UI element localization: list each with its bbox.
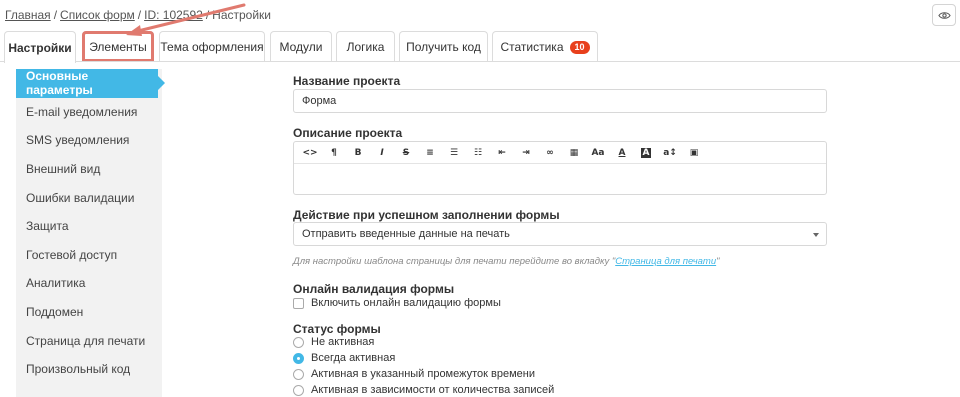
sidebar-item-label: Гостевой доступ	[26, 247, 118, 262]
bullet-list-icon[interactable]: ☰	[442, 143, 466, 163]
sidebar-item-label: Ошибки валидации	[26, 190, 135, 205]
status-radio[interactable]	[293, 336, 304, 348]
sidebar-item-appearance[interactable]: Внешний вид	[16, 155, 162, 184]
sidebar-item-label: Основные параметры	[26, 69, 93, 98]
status-radio[interactable]	[293, 352, 304, 364]
sidebar-item-print-page[interactable]: Страница для печати	[16, 326, 162, 355]
project-name-label: Название проекта	[293, 74, 401, 88]
online-validation-checkbox[interactable]	[293, 297, 304, 309]
status-option-label: Активная в зависимости от количества зап…	[311, 384, 555, 396]
numbered-list-icon[interactable]: ☷	[466, 143, 490, 163]
outdent-icon[interactable]: ⇤	[490, 143, 514, 163]
status-radio[interactable]	[293, 368, 304, 380]
breadcrumb-forms-link[interactable]: Список форм	[60, 8, 135, 22]
settings-sidebar: Основные параметры E-mail уведомления SM…	[16, 69, 165, 397]
breadcrumb: Главная / Список форм / ID: 102592/Настройки	[5, 8, 271, 22]
hint-text-end: "	[716, 256, 720, 267]
print-page-hint: Для настройки шаблона страницы для печат…	[293, 256, 720, 267]
success-action-value: Отправить введенные данные на печать	[302, 228, 510, 240]
online-validation-checkbox-label: Включить онлайн валидацию формы	[311, 297, 501, 309]
font-size-icon[interactable]: Aa	[586, 143, 610, 163]
status-radio[interactable]	[293, 384, 304, 396]
line-height-icon[interactable]: a↕	[658, 143, 682, 163]
sidebar-item-label: Поддомен	[26, 305, 84, 320]
breadcrumb-separator: /	[205, 8, 210, 22]
sidebar-item-label: Внешний вид	[26, 162, 101, 177]
status-option-label: Не активная	[311, 336, 375, 348]
sidebar-item-subdomain[interactable]: Поддомен	[16, 298, 162, 327]
sidebar-item-label: Аналитика	[26, 276, 86, 291]
tab-label: Модули	[279, 40, 323, 54]
sidebar-item-label: Защита	[26, 219, 69, 234]
breadcrumb-home-link[interactable]: Главная	[5, 8, 51, 22]
tab-bar: Настройки Элементы Тема оформления Модул…	[0, 31, 960, 63]
status-option-time-period[interactable]: Активная в указанный промежуток времени	[293, 368, 535, 380]
online-validation-option[interactable]: Включить онлайн валидацию формы	[293, 297, 501, 309]
online-validation-label: Онлайн валидация формы	[293, 282, 455, 296]
sidebar-item-label: Страница для печати	[26, 333, 146, 348]
table-icon[interactable]: ▦	[562, 143, 586, 163]
preview-button[interactable]	[932, 4, 956, 26]
breadcrumb-separator: /	[137, 8, 142, 22]
sidebar-item-validation-errors[interactable]: Ошибки валидации	[16, 183, 162, 212]
chevron-down-icon	[813, 233, 819, 237]
project-description-label: Описание проекта	[293, 126, 403, 140]
status-option-inactive[interactable]: Не активная	[293, 336, 374, 348]
font-color-icon[interactable]: A	[610, 143, 634, 163]
paragraph-icon[interactable]: ¶	[322, 143, 346, 163]
tab-label: Настройки	[8, 40, 72, 55]
print-page-link[interactable]: Страница для печати	[615, 256, 716, 267]
background-color-icon[interactable]: A	[634, 143, 658, 163]
tab-statistics[interactable]: Статистика 10	[492, 31, 598, 62]
breadcrumb-form-id-link[interactable]: ID: 102592	[144, 8, 203, 22]
sidebar-item-custom-code[interactable]: Произвольный код	[16, 355, 162, 384]
sidebar-item-email-notifications[interactable]: E-mail уведомления	[16, 98, 162, 127]
tab-elements[interactable]: Элементы	[82, 31, 154, 62]
eye-icon	[937, 11, 951, 19]
tab-get-code[interactable]: Получить код	[399, 31, 488, 62]
tab-modules[interactable]: Модули	[270, 31, 332, 62]
sidebar-item-basic-params[interactable]: Основные параметры	[16, 69, 165, 98]
status-option-record-count[interactable]: Активная в зависимости от количества зап…	[293, 384, 554, 396]
sidebar-item-label: SMS уведомления	[26, 133, 130, 148]
align-left-icon[interactable]: ≡	[418, 143, 442, 163]
status-option-label: Активная в указанный промежуток времени	[311, 368, 535, 380]
sidebar-item-protection[interactable]: Защита	[16, 212, 162, 241]
form-status-label: Статус формы	[293, 322, 381, 336]
sidebar-item-analytics[interactable]: Аналитика	[16, 269, 162, 298]
image-icon[interactable]: ▣	[682, 143, 706, 163]
italic-icon[interactable]: I	[370, 143, 394, 163]
tab-settings[interactable]: Настройки	[4, 31, 76, 63]
sidebar-item-label: E-mail уведомления	[26, 104, 138, 119]
sidebar-item-guest-access[interactable]: Гостевой доступ	[16, 241, 162, 270]
sidebar-item-sms-notifications[interactable]: SMS уведомления	[16, 126, 162, 155]
tab-logic[interactable]: Логика	[336, 31, 395, 62]
tab-label: Элементы	[89, 40, 147, 54]
tab-label: Получить код	[406, 40, 481, 54]
link-icon[interactable]: ∞	[538, 143, 562, 163]
success-action-label: Действие при успешном заполнении формы	[293, 208, 560, 222]
status-option-label: Всегда активная	[311, 352, 396, 364]
tab-label: Тема оформления	[160, 40, 264, 54]
indent-icon[interactable]: ⇥	[514, 143, 538, 163]
breadcrumb-current: Настройки	[212, 8, 272, 22]
code-icon[interactable]: <>	[298, 143, 322, 163]
tab-divider	[0, 61, 960, 62]
strikethrough-icon[interactable]: S	[394, 143, 418, 163]
tab-label: Логика	[346, 40, 385, 54]
success-action-select[interactable]: Отправить введенные данные на печать	[293, 222, 827, 246]
hint-text: Для настройки шаблона страницы для печат…	[293, 256, 616, 267]
breadcrumb-separator: /	[53, 8, 58, 22]
tab-label: Статистика	[500, 40, 564, 54]
status-option-always-active[interactable]: Всегда активная	[293, 352, 395, 364]
editor-toolbar: <> ¶ B I S ≡ ☰ ☷ ⇤ ⇥ ∞ ▦ Aa A A a↕ ▣	[294, 142, 826, 164]
description-editor[interactable]: <> ¶ B I S ≡ ☰ ☷ ⇤ ⇥ ∞ ▦ Aa A A a↕ ▣	[293, 141, 827, 195]
project-name-input[interactable]: Форма	[293, 89, 827, 113]
tab-theme[interactable]: Тема оформления	[159, 31, 265, 62]
sidebar-item-label: Произвольный код	[26, 362, 131, 377]
bold-icon[interactable]: B	[346, 143, 370, 163]
statistics-count-badge: 10	[569, 40, 590, 54]
